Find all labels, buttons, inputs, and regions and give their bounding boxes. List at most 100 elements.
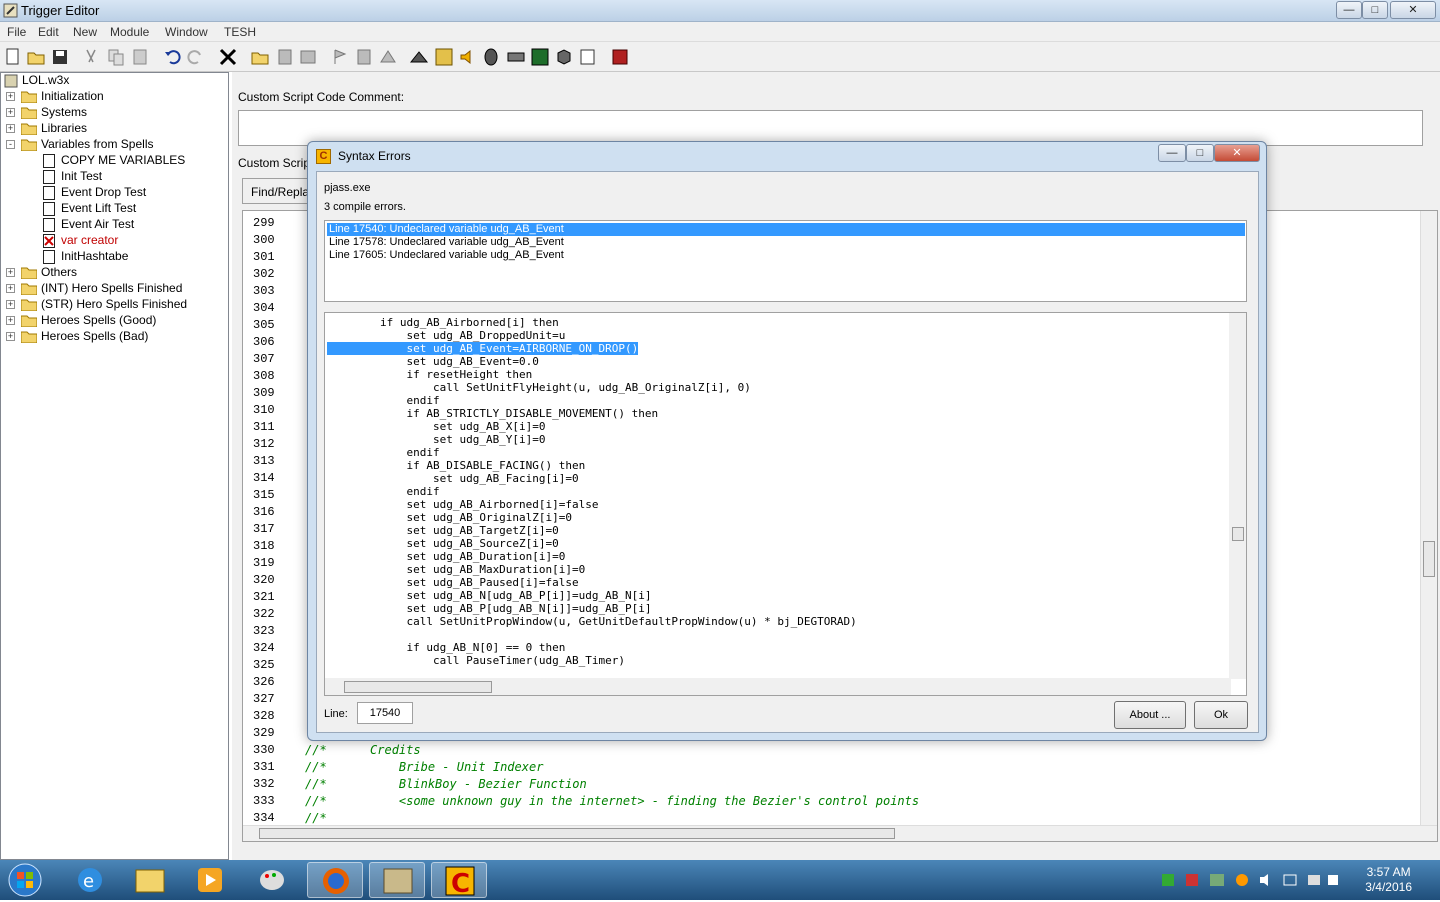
ie-taskbar-icon[interactable]: e [62,862,118,898]
dialog-maximize-button[interactable]: □ [1186,144,1214,162]
new-action-icon[interactable] [378,47,398,67]
source-preview[interactable]: if udg_AB_Airborned[i] then set udg_AB_D… [324,312,1247,696]
code-horizontal-scrollbar[interactable] [243,825,1437,841]
line-number: 302 [253,267,275,281]
tree-root[interactable]: LOL.w3x [22,73,69,89]
tree-item-label: var creator [61,233,119,247]
error-item[interactable]: Line 17540: Undeclared variable udg_AB_E… [327,223,1245,236]
source-line: set udg_AB_DroppedUnit=u [327,329,566,342]
copy-icon[interactable] [106,47,126,67]
expand-icon[interactable]: + [6,316,15,325]
tree-item[interactable]: + Initialization [1,89,228,105]
delete-icon[interactable] [218,47,238,67]
tree-item[interactable]: + Libraries [1,121,228,137]
expand-icon[interactable]: + [6,300,15,309]
paint-taskbar-icon[interactable] [244,862,300,898]
expand-icon[interactable]: + [6,284,15,293]
tree-item[interactable]: + Heroes Spells (Good) [1,313,228,329]
terrain-editor-icon[interactable] [409,47,429,67]
syntax-checker-taskbar-icon[interactable]: C [431,862,487,899]
close-button[interactable]: ✕ [1390,1,1436,19]
media-player-taskbar-icon[interactable] [182,862,238,898]
tree-item[interactable]: Init Test [1,169,228,185]
expand-icon[interactable]: + [6,108,15,117]
test-map-icon[interactable] [610,47,630,67]
campaign-editor-icon[interactable] [506,47,526,67]
firefox-taskbar-icon[interactable] [307,862,363,898]
redo-icon[interactable] [186,47,206,67]
source-line: set udg_AB_Airborned[i]=false [327,498,599,511]
tree-item[interactable]: + Others [1,265,228,281]
tree-item[interactable]: + Systems [1,105,228,121]
paste-icon[interactable] [130,47,150,67]
object-editor-icon[interactable] [481,47,501,67]
tree-item[interactable]: - Variables from Spells [1,137,228,153]
menu-file[interactable]: File [7,25,26,39]
menu-edit[interactable]: Edit [38,25,59,39]
menu-window[interactable]: Window [165,25,208,39]
source-hscroll-thumb[interactable] [344,681,492,693]
trigger-icon [43,186,55,200]
collapse-icon[interactable]: - [6,140,15,149]
new-comment-icon[interactable] [298,47,318,67]
menu-new[interactable]: New [73,25,97,39]
save-icon[interactable] [50,47,70,67]
minimize-button[interactable]: — [1336,1,1362,19]
start-button-icon[interactable] [6,862,44,898]
tree-item[interactable]: Event Drop Test [1,185,228,201]
tree-item[interactable]: + (INT) Hero Spells Finished [1,281,228,297]
source-vscroll-thumb[interactable] [1232,527,1244,541]
maximize-button[interactable]: □ [1362,1,1388,19]
menu-module[interactable]: Module [110,25,149,39]
horizontal-scroll-thumb[interactable] [259,828,895,839]
undo-icon[interactable] [162,47,182,67]
expand-icon[interactable]: + [6,124,15,133]
dialog-minimize-button[interactable]: — [1158,144,1186,162]
explorer-taskbar-icon[interactable] [122,862,178,898]
source-vertical-scrollbar[interactable] [1229,313,1246,679]
cut-icon[interactable] [81,47,101,67]
world-editor-taskbar-icon[interactable] [369,862,425,898]
tree-item[interactable]: COPY ME VARIABLES [1,153,228,169]
about-button[interactable]: About ... [1114,701,1186,729]
trigger-editor-tool-icon[interactable] [434,47,454,67]
tree-item[interactable]: InitHashtabe [1,249,228,265]
import-manager-icon[interactable] [578,47,598,67]
error-item[interactable]: Line 17578: Undeclared variable udg_AB_E… [327,236,1245,249]
line-number: 301 [253,250,275,264]
error-list[interactable]: Line 17540: Undeclared variable udg_AB_E… [324,220,1247,302]
menu-tesh[interactable]: TESH [224,25,256,39]
system-tray-icons[interactable] [1160,872,1340,888]
error-item[interactable]: Line 17605: Undeclared variable udg_AB_E… [327,249,1245,262]
clock[interactable]: 3:57 AM 3/4/2016 [1365,865,1412,895]
tree-item[interactable]: Event Lift Test [1,201,228,217]
tree-item[interactable]: var creator [1,233,228,249]
source-horizontal-scrollbar[interactable] [325,678,1231,695]
expand-icon[interactable]: + [6,268,15,277]
expand-icon[interactable]: + [6,92,15,101]
new-trigger-icon[interactable] [275,47,295,67]
ai-editor-icon[interactable] [530,47,550,67]
line-number: 320 [253,573,275,587]
line-number: 318 [253,539,275,553]
comment-label: Custom Script Code Comment: [238,90,405,104]
code-line: //* [305,811,327,825]
object-manager-icon[interactable] [554,47,574,67]
folder-icon [21,107,37,119]
tree-item[interactable]: + Heroes Spells (Bad) [1,329,228,345]
tree-item[interactable]: Event Air Test [1,217,228,233]
dialog-close-button[interactable]: ✕ [1214,144,1260,162]
sound-editor-icon[interactable] [458,47,478,67]
new-condition-icon[interactable] [354,47,374,67]
new-icon[interactable] [3,47,23,67]
open-icon[interactable] [26,47,46,67]
code-vertical-scrollbar[interactable] [1420,211,1437,841]
expand-icon[interactable]: + [6,332,15,341]
new-event-icon[interactable] [330,47,350,67]
vertical-scroll-thumb[interactable] [1423,541,1435,577]
ok-button[interactable]: Ok [1194,701,1248,729]
line-number: 323 [253,624,275,638]
tree-item[interactable]: + (STR) Hero Spells Finished [1,297,228,313]
line-number-field[interactable]: 17540 [357,702,413,724]
new-category-icon[interactable] [250,47,270,67]
